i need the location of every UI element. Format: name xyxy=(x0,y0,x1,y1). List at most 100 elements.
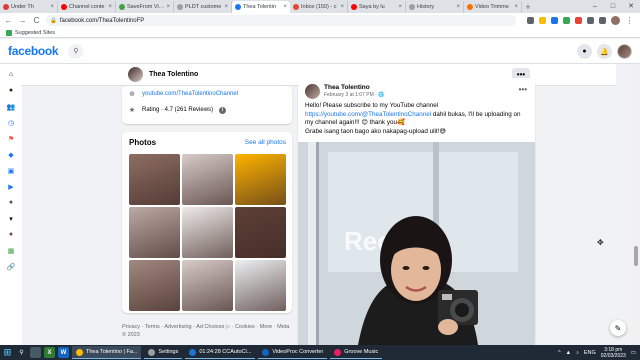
browser-tab[interactable]: Video Trimme × xyxy=(464,1,522,13)
browser-tab[interactable]: Inbox (150) - c × xyxy=(290,1,348,13)
facebook-logo[interactable]: facebook xyxy=(8,44,59,58)
shortcut-avatar-icon[interactable]: ● xyxy=(7,230,16,239)
friends-icon[interactable]: 👥 xyxy=(7,102,16,111)
puzzle-icon[interactable] xyxy=(587,17,594,24)
post-author-name[interactable]: Thea Tolentino xyxy=(324,84,370,91)
taskbar-app[interactable]: 01:24:28 CCAutoCl... xyxy=(185,346,256,359)
photos-title: Photos xyxy=(129,138,157,147)
back-icon[interactable]: ← xyxy=(4,16,13,25)
youtube-link[interactable]: youtube.com/TheaTolentinoChannel xyxy=(142,91,238,97)
photo-thumbnail[interactable] xyxy=(129,154,180,205)
sidebar-icon[interactable] xyxy=(599,17,606,24)
tab-close-icon[interactable]: × xyxy=(283,4,287,10)
tab-close-icon[interactable]: × xyxy=(398,4,402,10)
bookmark-star-icon[interactable] xyxy=(539,17,546,24)
minimize-button[interactable]: – xyxy=(586,0,604,13)
facebook-header: facebook ⚲ ● 🔔 xyxy=(0,39,640,64)
new-tab-button[interactable]: + xyxy=(522,1,534,13)
profile-avatar[interactable] xyxy=(128,67,143,82)
tray-chevron-icon[interactable]: ^ xyxy=(558,350,561,356)
photo-thumbnail[interactable] xyxy=(235,154,286,205)
address-bar[interactable]: 🔒 facebook.com/TheaTolentinoFP xyxy=(46,15,516,26)
shortcut-icon[interactable]: ● xyxy=(7,198,16,207)
extension-icon[interactable] xyxy=(563,17,570,24)
taskbar-app[interactable]: Groove Music xyxy=(330,346,383,359)
browser-tab[interactable]: Thea Tolentin × xyxy=(232,1,290,13)
extension-icon[interactable] xyxy=(551,17,558,24)
bookmark-suggested-sites[interactable]: Suggested Sites xyxy=(15,30,55,36)
link-icon[interactable]: 🔗 xyxy=(7,262,16,271)
share-icon[interactable] xyxy=(527,17,534,24)
taskbar-app[interactable]: VideoProc Converter xyxy=(258,346,328,359)
post-youtube-link[interactable]: https://youtube.com/@TheaTolentinoChanne… xyxy=(305,111,431,118)
post-options-button[interactable]: ••• xyxy=(519,85,527,94)
browser-profile-avatar[interactable] xyxy=(611,16,620,25)
account-avatar[interactable] xyxy=(617,44,632,59)
shortcut-photo-icon[interactable]: ▦ xyxy=(7,246,16,255)
post-author-avatar[interactable] xyxy=(305,84,320,99)
volume-icon[interactable]: ♪ xyxy=(576,350,579,356)
profile-name[interactable]: Thea Tolentino xyxy=(149,71,198,78)
photo-thumbnail[interactable] xyxy=(182,260,233,311)
tab-close-icon[interactable]: × xyxy=(50,4,54,10)
photo-thumbnail[interactable] xyxy=(235,207,286,258)
photo-thumbnail[interactable] xyxy=(235,260,286,311)
language-indicator[interactable]: ENG xyxy=(584,350,596,356)
info-icon[interactable]: i xyxy=(219,106,227,114)
messenger-icon[interactable]: ● xyxy=(577,44,592,59)
reload-icon[interactable]: C xyxy=(32,16,41,25)
app-icon xyxy=(148,348,156,356)
tab-close-icon[interactable]: × xyxy=(224,4,228,10)
clock[interactable]: 3:18 pm 02/03/2023 xyxy=(601,347,626,359)
maximize-button[interactable]: □ xyxy=(604,0,622,13)
page-scrollbar[interactable] xyxy=(632,64,640,345)
watch-icon[interactable]: ▶ xyxy=(7,182,16,191)
photo-thumbnail[interactable] xyxy=(182,154,233,205)
gaming-icon[interactable]: ▣ xyxy=(7,166,16,175)
forward-icon[interactable]: → xyxy=(18,16,27,25)
taskbar-app[interactable]: Thea Tolentino | Fa... xyxy=(72,346,142,359)
browser-menu-icon[interactable]: ⋮ xyxy=(625,16,634,25)
search-icon[interactable]: ⚲ xyxy=(68,43,84,59)
post-photo[interactable]: Reco xyxy=(298,142,535,345)
tab-close-icon[interactable]: × xyxy=(514,4,518,10)
taskbar-search-icon[interactable]: ⚲ xyxy=(16,347,27,358)
browser-tab[interactable]: Saya by lu × xyxy=(348,1,406,13)
scrollbar-thumb[interactable] xyxy=(634,246,638,266)
groups-icon[interactable]: ◆ xyxy=(7,150,16,159)
photo-thumbnail[interactable] xyxy=(182,207,233,258)
taskbar-app-label: 01:24:28 CCAutoCl... xyxy=(199,349,252,355)
tab-close-icon[interactable]: × xyxy=(340,4,344,10)
task-view-icon[interactable] xyxy=(30,347,41,358)
taskbar-apps: Thea Tolentino | Fa... Settings 01:24:28 C… xyxy=(72,346,383,359)
taskbar-app[interactable]: Settings xyxy=(144,346,183,359)
excel-icon[interactable]: X xyxy=(44,347,55,358)
new-message-button[interactable]: ✎ xyxy=(610,320,626,336)
photo-thumbnail[interactable] xyxy=(129,260,180,311)
browser-tab[interactable]: Channel conte × xyxy=(58,1,116,13)
start-button-icon[interactable]: ⊞ xyxy=(2,347,13,358)
see-all-photos-link[interactable]: See all photos xyxy=(245,139,286,146)
close-window-button[interactable]: ✕ xyxy=(622,0,640,13)
network-icon[interactable]: ▲ xyxy=(566,350,571,356)
extension-icon[interactable] xyxy=(575,17,582,24)
word-icon[interactable]: W xyxy=(58,347,69,358)
pages-icon[interactable]: ⚑ xyxy=(7,134,16,143)
post-photo-illustration: Reco xyxy=(298,142,535,345)
browser-tab[interactable]: Under Th × xyxy=(0,1,58,13)
notifications-center-icon[interactable]: ▭ xyxy=(631,350,636,356)
tab-close-icon[interactable]: × xyxy=(456,4,460,10)
memories-icon[interactable]: ◷ xyxy=(7,118,16,127)
browser-tab[interactable]: SaveFrom Vide × xyxy=(116,1,174,13)
home-icon[interactable]: ⌂ xyxy=(7,70,16,79)
more-icon[interactable]: ▾ xyxy=(7,214,16,223)
browser-tab[interactable]: PLDT custome × xyxy=(174,1,232,13)
profile-icon[interactable]: ● xyxy=(7,86,16,95)
tab-close-icon[interactable]: × xyxy=(108,4,112,10)
tab-label: Video Trimme xyxy=(475,4,509,10)
browser-tab[interactable]: History × xyxy=(406,1,464,13)
post-timestamp[interactable]: February 3 at 1:07 PM · 🌐 xyxy=(324,92,384,98)
photo-thumbnail[interactable] xyxy=(129,207,180,258)
tab-close-icon[interactable]: × xyxy=(166,4,170,10)
notifications-icon[interactable]: 🔔 xyxy=(597,44,612,59)
